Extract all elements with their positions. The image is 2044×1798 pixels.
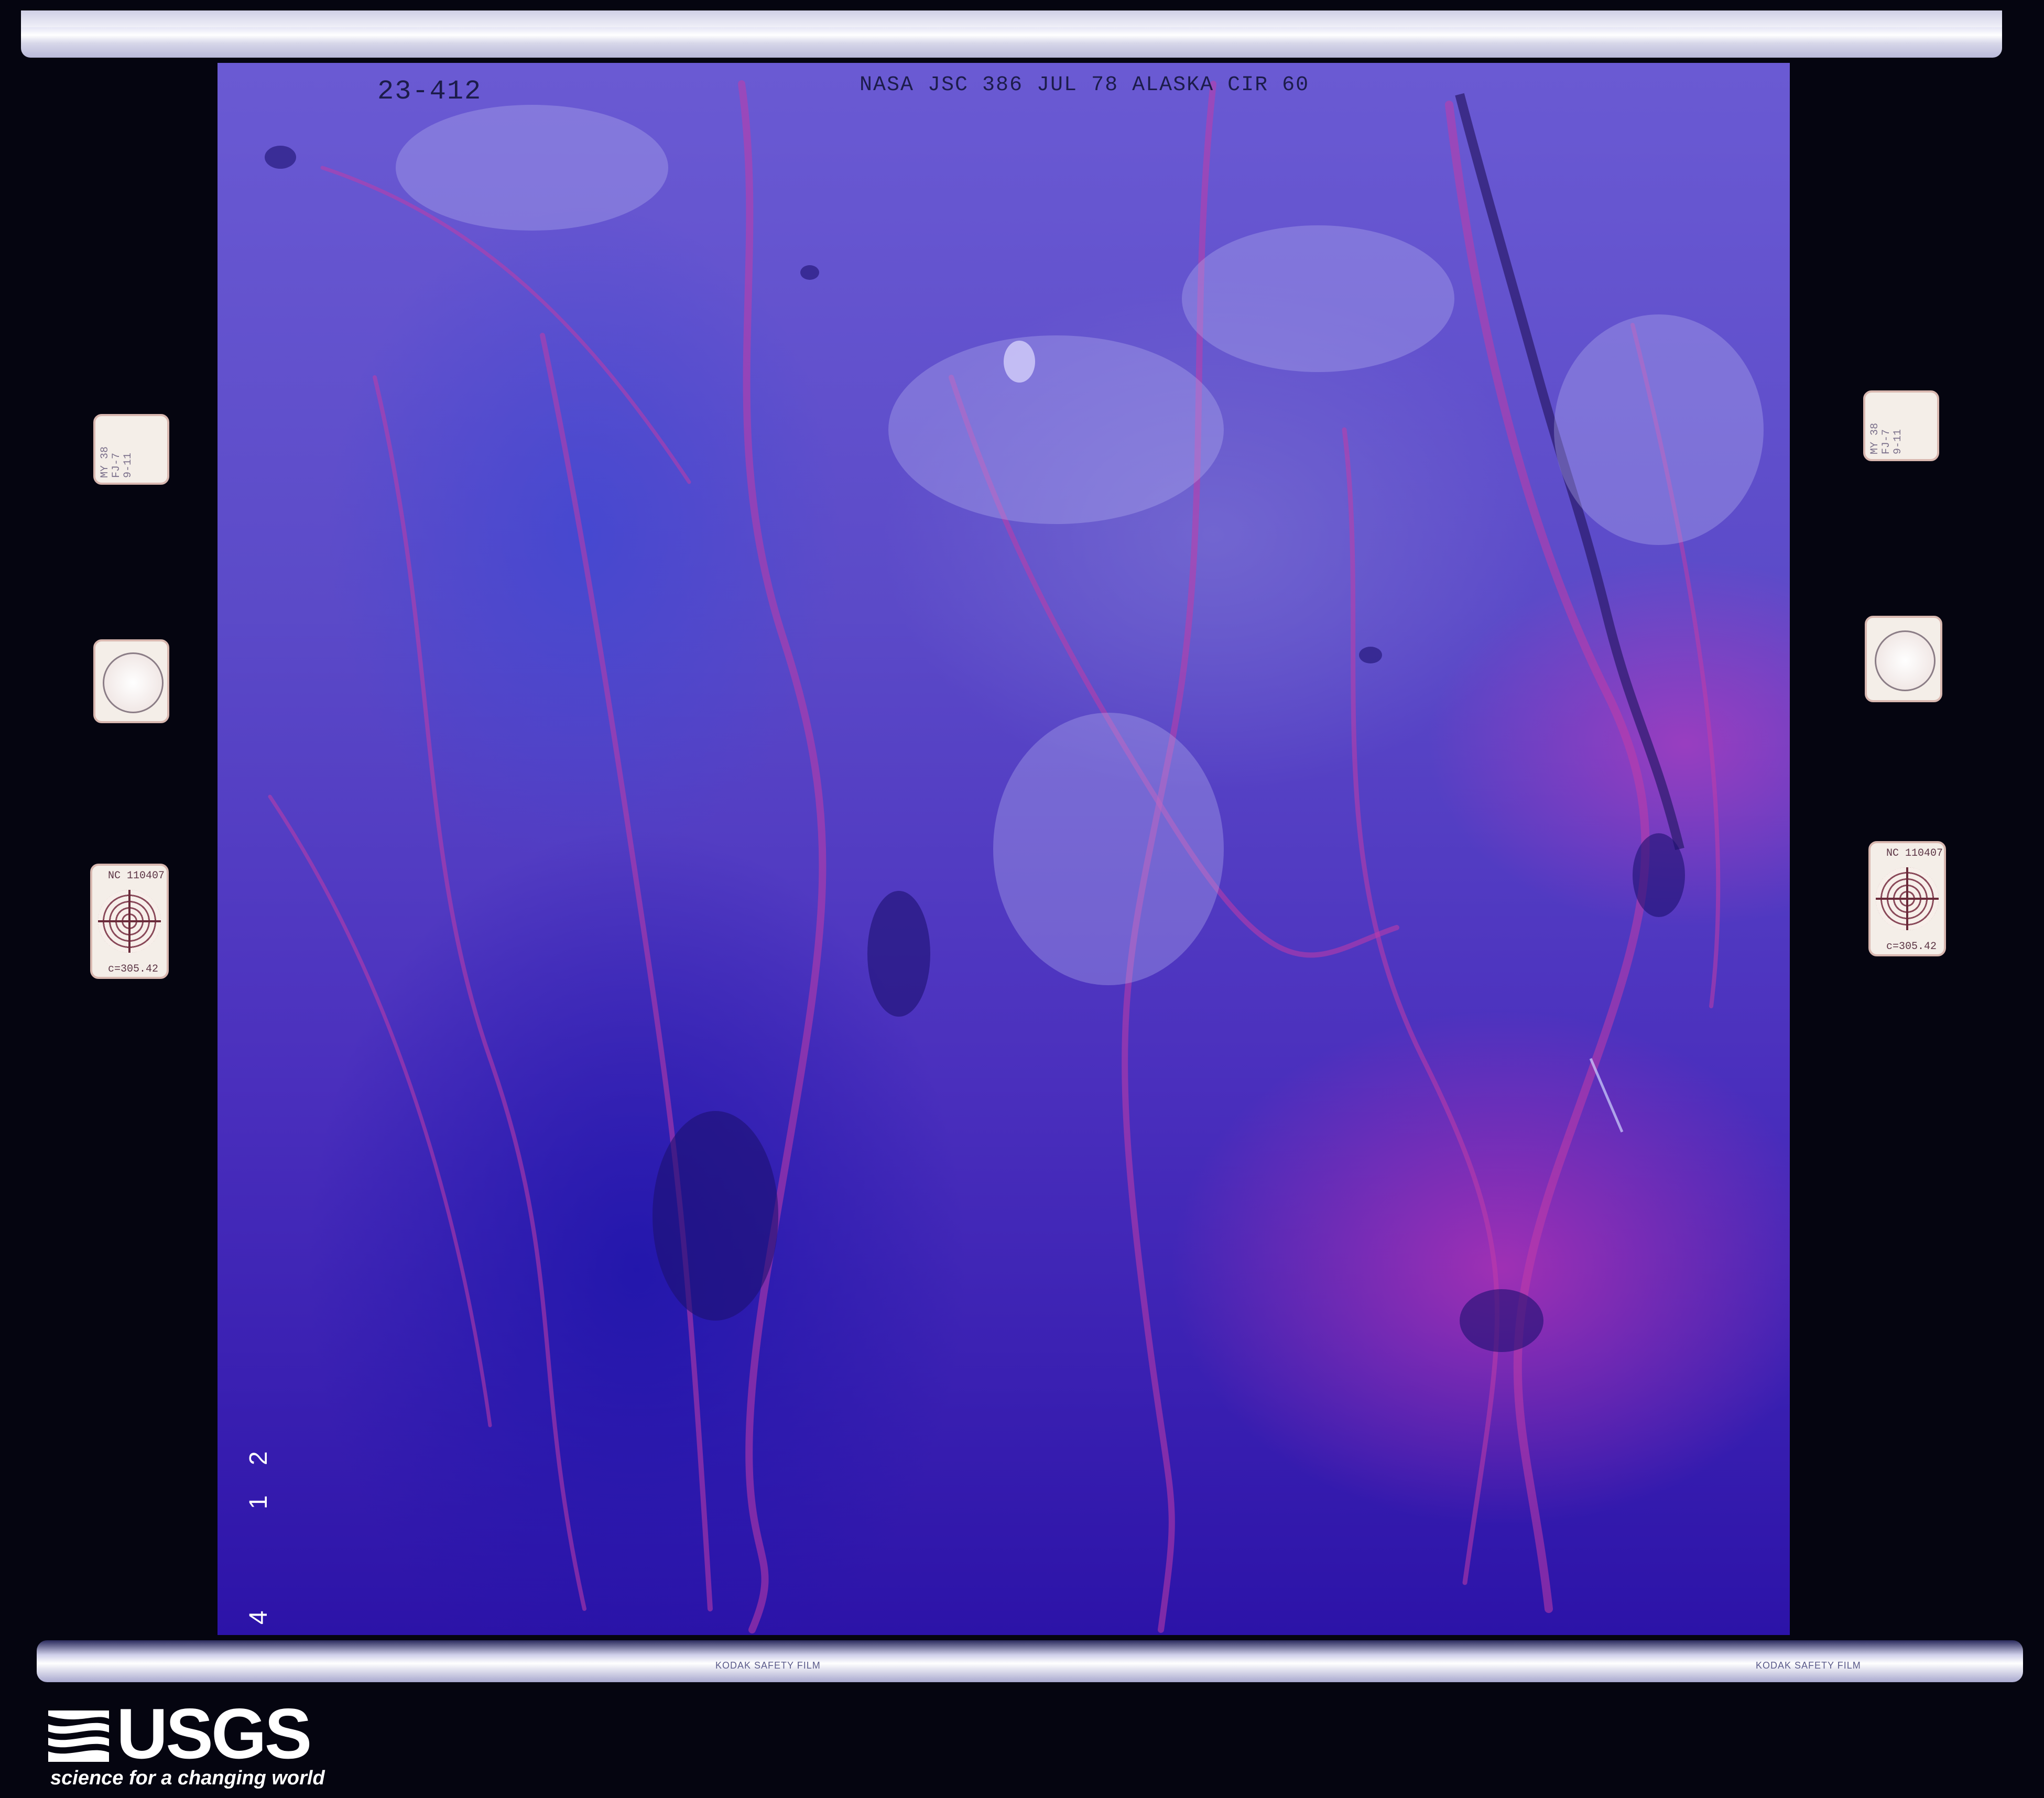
- aerial-photo: [218, 63, 1790, 1635]
- frame-id-label: 23-412: [377, 76, 482, 107]
- usgs-wave-icon: [48, 1710, 109, 1762]
- right-fiducial-code-bottom: c=305.42: [1886, 941, 1937, 953]
- film-title-label: NASA JSC 386 JUL 78 ALASKA CIR 60: [860, 73, 1310, 97]
- film-frame: 23-412 NASA JSC 386 JUL 78 ALASKA CIR 60…: [0, 0, 2044, 1798]
- film-stock-label-right: KODAK SAFETY FILM: [1756, 1660, 1861, 1671]
- fiducial-target-icon: [98, 890, 161, 953]
- film-edge-top: [21, 10, 2002, 58]
- right-handwritten-note: MY 38 FJ-7 9-11: [1869, 422, 1904, 454]
- usgs-tagline: science for a changing world: [50, 1767, 325, 1789]
- fiducial-target-icon: [1876, 867, 1939, 930]
- usgs-logo: USGS science for a changing world: [48, 1698, 325, 1792]
- left-fiducial-code-top: NC 110407: [108, 870, 165, 882]
- left-handwritten-tag: MY 38 FJ-7 9-11: [93, 414, 169, 485]
- right-clock-mark: [1865, 616, 1942, 702]
- clock-icon: [102, 652, 164, 713]
- left-fiducial-mark: NC 110407 c=305.42: [90, 864, 169, 979]
- clock-icon: [1875, 630, 1936, 691]
- film-edge-bottom: [37, 1640, 2023, 1682]
- left-handwritten-note: MY 38 FJ-7 9-11: [99, 446, 134, 478]
- right-fiducial-mark: NC 110407 c=305.42: [1868, 841, 1946, 956]
- usgs-wordmark: USGS: [116, 1694, 312, 1773]
- left-clock-mark: [93, 639, 169, 723]
- right-handwritten-tag: MY 38 FJ-7 9-11: [1863, 390, 1939, 461]
- terrain-texture: [265, 80, 1764, 1633]
- side-number-digits: 1 2: [245, 1440, 273, 1509]
- film-stock-label-left: KODAK SAFETY FILM: [715, 1660, 821, 1671]
- left-fiducial-code-bottom: c=305.42: [108, 963, 159, 975]
- right-fiducial-code-top: NC 110407: [1886, 847, 1943, 859]
- side-number-fragment: 4: [245, 1610, 273, 1625]
